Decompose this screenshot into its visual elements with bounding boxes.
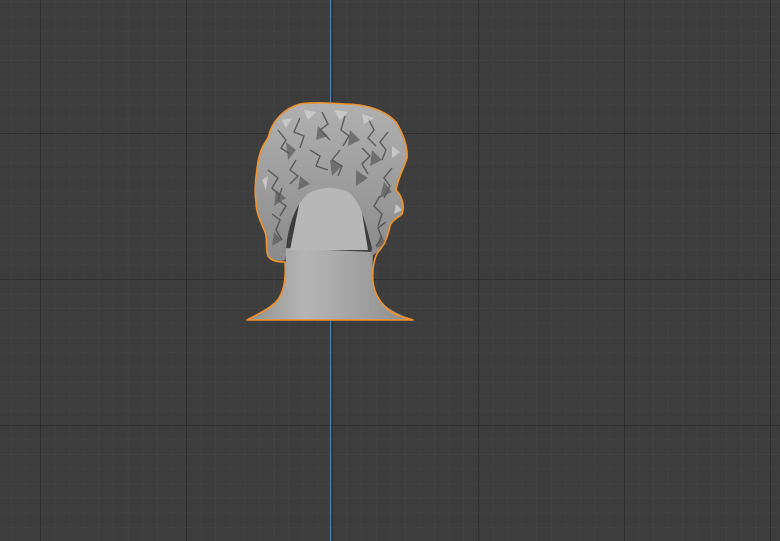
selected-head-mesh[interactable] [0, 0, 780, 541]
3d-viewport[interactable] [0, 0, 780, 541]
